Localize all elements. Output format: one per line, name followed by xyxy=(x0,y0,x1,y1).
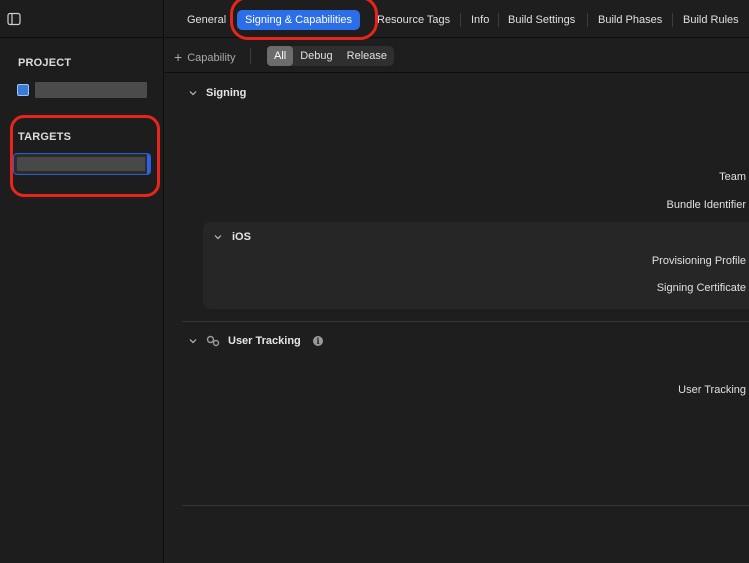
tab-build-rules[interactable]: Build Rules xyxy=(677,10,745,30)
chevron-down-icon[interactable] xyxy=(214,233,222,241)
xcode-project-icon xyxy=(17,84,29,96)
user-tracking-section-title: User Tracking xyxy=(228,335,301,347)
project-section-header: PROJECT xyxy=(18,57,72,69)
tab-build-phases[interactable]: Build Phases xyxy=(592,10,668,30)
tab-general[interactable]: General xyxy=(181,10,232,30)
section-divider xyxy=(182,321,749,322)
bundle-identifier-label: Bundle Identifier xyxy=(666,199,747,211)
configuration-segmented-control: All Debug Release xyxy=(267,46,395,66)
target-item[interactable] xyxy=(13,153,151,175)
tab-info[interactable]: Info xyxy=(465,10,495,30)
ios-group-title: iOS xyxy=(232,231,251,243)
add-capability-button[interactable]: + Capability xyxy=(174,49,236,65)
segment-all[interactable]: All xyxy=(267,46,294,66)
team-label: Team xyxy=(719,171,746,183)
sidebar-toggle-icon[interactable] xyxy=(7,12,21,26)
navigator-toolbar xyxy=(0,0,163,38)
redacted-target-name xyxy=(17,157,145,171)
targets-section-header: TARGETS xyxy=(18,131,72,143)
tab-separator xyxy=(672,13,673,27)
section-divider xyxy=(182,505,749,506)
project-item[interactable] xyxy=(17,82,149,98)
plus-icon: + xyxy=(174,49,183,65)
target-selection-accent xyxy=(147,154,150,174)
add-capability-label: Capability xyxy=(187,52,236,64)
signing-certificate-label: Signing Certificate xyxy=(656,282,746,294)
chevron-down-icon[interactable] xyxy=(189,89,197,97)
capability-filter-bar: + Capability All Debug Release xyxy=(165,39,749,73)
tab-separator xyxy=(460,13,461,27)
tab-signing-capabilities[interactable]: Signing & Capabilities xyxy=(237,10,361,30)
user-tracking-label: User Tracking xyxy=(678,384,746,396)
info-icon[interactable]: i xyxy=(313,336,323,346)
chevron-down-icon[interactable] xyxy=(189,337,197,345)
tab-separator xyxy=(587,13,588,27)
redacted-project-name xyxy=(35,82,147,98)
filter-separator xyxy=(250,48,251,64)
tab-resource-tags[interactable]: Resource Tags xyxy=(371,10,456,30)
gears-icon xyxy=(206,335,220,347)
segment-release[interactable]: Release xyxy=(340,46,394,66)
segment-debug[interactable]: Debug xyxy=(293,46,339,66)
provisioning-profile-label: Provisioning Profile xyxy=(651,255,746,267)
signing-section-title: Signing xyxy=(206,87,247,99)
project-navigator: PROJECT TARGETS xyxy=(0,0,164,563)
tab-build-settings[interactable]: Build Settings xyxy=(502,10,581,30)
tab-separator xyxy=(498,13,499,27)
editor-tab-bar: General Signing & Capabilities Resource … xyxy=(165,0,749,38)
